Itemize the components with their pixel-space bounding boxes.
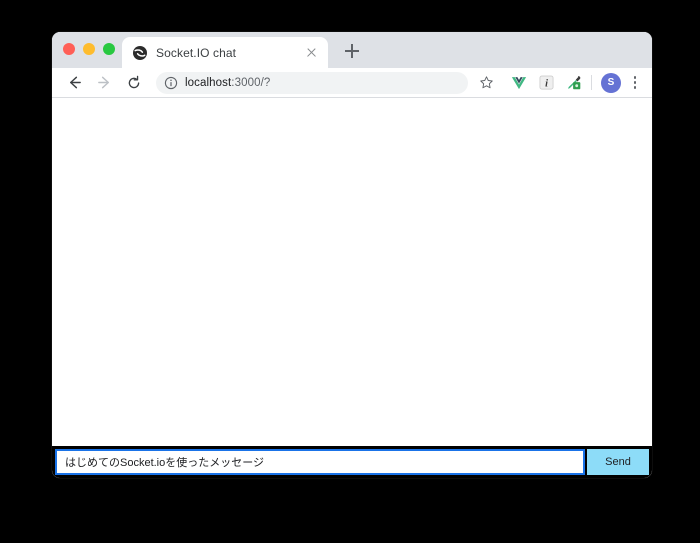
- arrow-left-icon[interactable]: [62, 71, 86, 95]
- avatar[interactable]: S: [601, 72, 621, 93]
- browser-tab-socketio-chat[interactable]: Socket.IO chat: [122, 37, 328, 68]
- tab-title: Socket.IO chat: [156, 45, 237, 60]
- browser-window: Socket.IO chat localhost:3000/? i S はじめて…: [52, 32, 652, 478]
- chat-message-list: [52, 99, 652, 446]
- close-icon[interactable]: [303, 45, 319, 61]
- kebab-menu-icon[interactable]: [626, 71, 644, 95]
- toolbar-divider: [591, 75, 592, 90]
- address-bar-url: localhost:3000/?: [185, 77, 270, 89]
- kebab-dot: [633, 81, 637, 84]
- minimize-window-button[interactable]: [83, 43, 95, 55]
- kebab-dot: [633, 76, 637, 79]
- window-controls: [63, 43, 115, 55]
- eyedropper-extension-icon[interactable]: [561, 71, 585, 95]
- address-bar-path: :3000/?: [231, 76, 271, 89]
- star-icon[interactable]: [474, 71, 498, 95]
- send-button[interactable]: Send: [587, 449, 649, 475]
- chat-send-form: Send: [52, 446, 652, 478]
- info-circle-icon[interactable]: [164, 76, 178, 90]
- address-bar[interactable]: localhost:3000/?: [156, 71, 468, 94]
- italic-i-extension-icon[interactable]: i: [534, 71, 558, 95]
- page-viewport: Send: [52, 99, 652, 478]
- browser-toolbar: localhost:3000/? i S: [52, 68, 652, 98]
- svg-text:i: i: [545, 78, 548, 89]
- socketio-globe-icon: [132, 45, 148, 61]
- address-bar-host: localhost: [185, 76, 232, 89]
- kebab-dot: [633, 86, 637, 89]
- close-window-button[interactable]: [63, 43, 75, 55]
- vue-devtools-icon[interactable]: [507, 71, 531, 95]
- maximize-window-button[interactable]: [103, 43, 115, 55]
- plus-icon[interactable]: [340, 39, 364, 63]
- reload-icon[interactable]: [122, 71, 146, 95]
- chat-message-input[interactable]: [55, 449, 585, 475]
- arrow-right-icon[interactable]: [92, 71, 116, 95]
- tab-strip: Socket.IO chat: [52, 32, 652, 68]
